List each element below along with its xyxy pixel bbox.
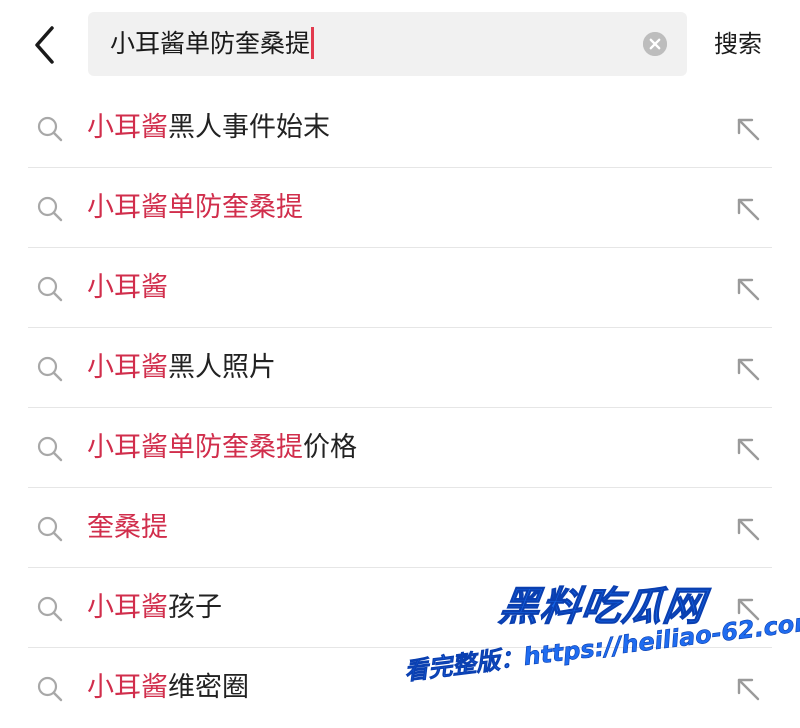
search-box[interactable]: 小耳酱单防奎桑提: [88, 12, 687, 76]
suggestion-highlight: 小耳酱: [87, 112, 168, 143]
arrow-up-left-icon: [737, 598, 760, 621]
search-icon: [36, 675, 64, 703]
fill-query-button[interactable]: [733, 194, 763, 224]
suggestion-item[interactable]: 小耳酱黑人事件始末: [0, 88, 800, 168]
suggestion-item[interactable]: 小耳酱: [0, 248, 800, 328]
search-button[interactable]: 搜索: [714, 12, 762, 76]
fill-query-button[interactable]: [733, 594, 763, 624]
suggestion-highlight: 小耳酱单防奎桑提: [87, 192, 303, 223]
arrow-up-left-icon: [737, 118, 760, 141]
suggestion-highlight: 小耳酱: [87, 352, 168, 383]
clear-button[interactable]: [643, 32, 667, 56]
suggestion-item[interactable]: 小耳酱维密圈: [0, 648, 800, 728]
suggestion-label: 小耳酱维密圈: [87, 648, 249, 728]
suggestion-highlight: 小耳酱: [87, 272, 168, 303]
suggestion-label: 小耳酱黑人事件始末: [87, 88, 330, 168]
suggestion-rest: 黑人照片: [168, 352, 276, 383]
suggestion-rest: 黑人事件始末: [168, 112, 330, 143]
suggestion-rest: 孩子: [168, 592, 222, 623]
suggestion-label: 小耳酱孩子: [87, 568, 222, 648]
fill-query-button[interactable]: [733, 434, 763, 464]
suggestion-label: 小耳酱单防奎桑提价格: [87, 408, 357, 488]
search-input-value: 小耳酱单防奎桑提: [110, 29, 311, 58]
arrow-up-left-icon: [737, 438, 760, 461]
search-input[interactable]: 小耳酱单防奎桑提: [110, 12, 315, 76]
search-icon: [36, 435, 64, 463]
arrow-up-left-icon: [737, 278, 760, 301]
suggestion-label: 小耳酱: [87, 248, 168, 328]
suggestion-item[interactable]: 小耳酱单防奎桑提价格: [0, 408, 800, 488]
arrow-up-left-icon: [737, 518, 760, 541]
suggestion-label: 小耳酱单防奎桑提: [87, 168, 303, 248]
fill-query-button[interactable]: [733, 514, 763, 544]
back-button[interactable]: [22, 20, 72, 70]
search-header: 小耳酱单防奎桑提 搜索: [0, 0, 800, 88]
fill-query-button[interactable]: [733, 114, 763, 144]
suggestion-item[interactable]: 小耳酱孩子: [0, 568, 800, 648]
fill-query-button[interactable]: [733, 354, 763, 384]
suggestion-highlight: 小耳酱: [87, 672, 168, 703]
arrow-up-left-icon: [737, 678, 760, 701]
suggestion-highlight: 奎桑提: [87, 512, 168, 543]
arrow-up-left-icon: [737, 358, 760, 381]
suggestion-list: 小耳酱黑人事件始末 小耳酱单防奎桑提 小耳酱 小耳酱黑人照片 小耳酱单防奎桑提价格 奎桑提…: [0, 88, 800, 728]
chevron-left-icon: [35, 26, 54, 64]
search-icon: [36, 595, 64, 623]
fill-query-button[interactable]: [733, 274, 763, 304]
search-icon: [36, 515, 64, 543]
suggestion-rest: 价格: [303, 432, 357, 463]
suggestion-item[interactable]: 奎桑提: [0, 488, 800, 568]
search-icon: [36, 115, 64, 143]
search-icon: [36, 275, 64, 303]
clear-circle-icon: [643, 32, 667, 56]
fill-query-button[interactable]: [733, 674, 763, 704]
suggestion-rest: 维密圈: [168, 672, 249, 703]
arrow-up-left-icon: [737, 198, 760, 221]
suggestion-item[interactable]: 小耳酱黑人照片: [0, 328, 800, 408]
suggestion-label: 小耳酱黑人照片: [87, 328, 276, 408]
search-icon: [36, 355, 64, 383]
suggestion-item[interactable]: 小耳酱单防奎桑提: [0, 168, 800, 248]
search-icon: [36, 195, 64, 223]
suggestion-highlight: 小耳酱单防奎桑提: [87, 432, 303, 463]
suggestion-highlight: 小耳酱: [87, 592, 168, 623]
suggestion-label: 奎桑提: [87, 488, 168, 568]
text-caret: [311, 27, 315, 59]
